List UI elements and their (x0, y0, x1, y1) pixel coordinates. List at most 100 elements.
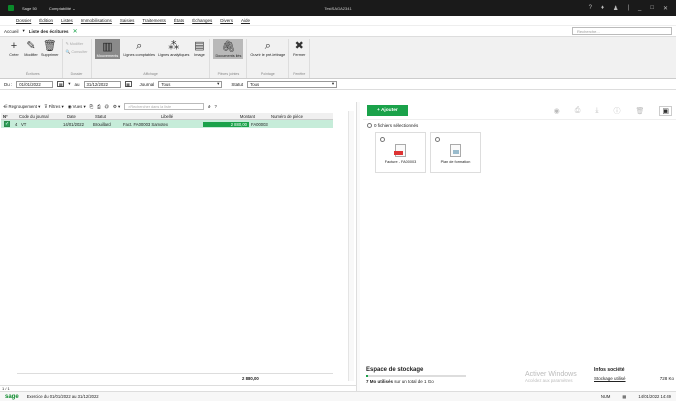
column-libelle[interactable]: Libellé (127, 114, 207, 119)
close-icon[interactable]: ✕ (663, 5, 668, 12)
info-icon[interactable]: ⓘ (613, 106, 620, 116)
create-button[interactable]: + Créer (7, 39, 21, 57)
trash-icon[interactable]: 🗑 (635, 107, 644, 115)
from-date-input[interactable]: 01/01/2022 (16, 80, 54, 88)
document-card[interactable]: Plan de formation (430, 132, 481, 173)
menu-edition[interactable]: Édition (39, 18, 53, 23)
maximize-icon[interactable]: □ (650, 5, 654, 11)
filters-button[interactable]: ⊽ Filtres ▾ (44, 104, 63, 110)
fermer-button[interactable]: ✖ Fermer (292, 39, 306, 57)
delete-button[interactable]: 🗑 Supprimer (41, 39, 59, 57)
column-n[interactable]: N° (1, 114, 17, 119)
bell-icon[interactable]: ♦ (601, 5, 604, 11)
cell-montant: 2 880,00 (203, 121, 249, 127)
print-icon[interactable]: ⎙ (97, 104, 100, 109)
separator: | (627, 5, 629, 11)
ribbon-group-affichage: ▥ Mouvements ⌕ Lignes comptables ⁂ Lignes a… (92, 39, 211, 78)
paperclip-icon: 🖇 (221, 41, 236, 53)
calendar-icon[interactable]: ▦ (124, 81, 132, 87)
tab-liste-ecritures[interactable]: Liste des écritures (29, 29, 69, 34)
help-button[interactable]: ? (215, 104, 217, 109)
dossier-modify-button[interactable]: ✎ Modifier (66, 41, 88, 46)
print-icon[interactable]: ⎙ (575, 107, 581, 115)
filter-bar: Du : 01/01/2022 ▦ ▾ au 31/12/2022 ▦ Jour… (0, 79, 676, 90)
image-view-icon[interactable]: ▣ (659, 105, 672, 116)
modify-button[interactable]: ✎ Modifier (24, 39, 38, 57)
menu-echanges[interactable]: Échanges (192, 18, 212, 23)
calendar-icon[interactable]: ▦ (57, 81, 65, 87)
sage-logo: sage (5, 393, 19, 400)
status-label: Statut (231, 81, 244, 87)
menu-traitements[interactable]: Traitements (142, 18, 166, 23)
document-name: Facture - FA00003 (384, 160, 417, 164)
dossier-consult-button[interactable]: 🔍 Consulter (66, 49, 88, 54)
lignes-comptables-button[interactable]: ⌕ Lignes comptables (123, 39, 155, 57)
pane-splitter[interactable] (356, 102, 360, 391)
cell-piece: FA00003 (251, 121, 268, 127)
ouvrir-prelettrage-button[interactable]: ⌕ Ouvrir le pré-lettrage (250, 39, 285, 57)
module-selector[interactable]: Comptabilité ⌄ (49, 6, 76, 11)
menu-listes[interactable]: Listes (61, 18, 73, 23)
chevron-down-icon: ▾ (217, 81, 220, 86)
export-icon[interactable]: ⎘ (90, 104, 93, 109)
column-montant[interactable]: Montant (207, 114, 257, 119)
table-row[interactable]: ✓ 4 VT 14/01/2022 Brouillard Fact. FA000… (1, 120, 333, 128)
column-journal[interactable]: Code du journal (17, 114, 65, 119)
from-label: Du : (4, 81, 13, 87)
chevron-down-icon[interactable]: ▾ (23, 28, 25, 34)
column-date[interactable]: Date (65, 114, 93, 119)
list-scrollbar[interactable] (348, 111, 354, 381)
mouvements-button[interactable]: ▥ Mouvements (94, 39, 121, 59)
menu-aide[interactable]: Aide (241, 18, 250, 23)
menu-bar: Dossier Édition Listes Immobilisations S… (0, 16, 676, 26)
lignes-analytiques-button[interactable]: ⁂ Lignes analytiques (158, 39, 189, 57)
column-statut[interactable]: Statut (93, 114, 127, 119)
company-info-title: Infos société (594, 367, 625, 373)
user-icon[interactable]: ♟ (613, 5, 618, 12)
image-button[interactable]: ▤ Image (192, 39, 206, 57)
views-button[interactable]: ◉ Vues ▾ (68, 104, 86, 110)
help-icon[interactable]: ? (589, 5, 592, 11)
minimize-icon[interactable]: _ (638, 5, 641, 11)
ribbon-group-pieces-jointes: 🖇 Documents liés Pièces jointes (210, 39, 248, 78)
download-icon[interactable]: ⤓ (595, 107, 598, 115)
menu-immobilisations[interactable]: Immobilisations (81, 18, 112, 23)
settings-icon[interactable]: ⚙ ▾ (113, 104, 120, 110)
add-document-button[interactable]: + Ajouter (367, 105, 408, 116)
magnifier-icon: ⌕ (136, 40, 143, 52)
status-select[interactable]: Tous ▾ (247, 80, 338, 88)
document-card[interactable]: Facture - FA00003 (375, 132, 426, 173)
menu-dossier[interactable]: Dossier (16, 18, 31, 23)
select-all-radio[interactable] (367, 123, 372, 128)
document-select-radio[interactable] (435, 137, 440, 142)
chevron-down-icon[interactable]: ▾ (68, 81, 70, 87)
global-search-input[interactable]: Recherche... (572, 27, 672, 35)
plus-icon: + (10, 40, 18, 52)
menu-divers[interactable]: Divers (220, 18, 233, 23)
menu-etats[interactable]: États (174, 18, 184, 23)
column-piece[interactable]: Numéro de pièce (257, 114, 317, 119)
row-checkbox[interactable]: ✓ (4, 121, 10, 127)
company-storage-row: Stockage utilisé 728 Ko (594, 376, 674, 381)
search-icon[interactable]: ⌕ (208, 104, 210, 109)
ribbon-group-dossier: ✎ Modifier 🔍 Consulter Dossier (63, 39, 92, 78)
tab-home[interactable]: Accueil (4, 29, 19, 34)
chevron-down-icon: ▾ (331, 81, 335, 86)
documents-lies-button[interactable]: 🖇 Documents liés (213, 39, 244, 59)
num-lock-indicator: NUM (600, 394, 611, 399)
menu-saisies[interactable]: Saisies (120, 18, 135, 23)
company-name: TestSAGA2341 (324, 5, 352, 11)
app-name: Sage 50 (22, 5, 37, 11)
ribbon-group-ecritures: + Créer ✎ Modifier 🗑 Supprimer Écritures (4, 39, 63, 78)
to-date-input[interactable]: 31/12/2022 (83, 80, 121, 88)
view-icon[interactable]: ◉ (554, 107, 560, 115)
main-area: ⋲ Regroupement ▾ ⊽ Filtres ▾ ◉ Vues ▾ ⎘ … (0, 102, 676, 391)
documents-toolbar: + Ajouter ◉ ⎙ ⤓ ⓘ 🗑 ▣ (363, 102, 676, 120)
journal-select[interactable]: Tous ▾ (158, 80, 223, 88)
list-search-input[interactable]: × Rechercher dans la liste (124, 103, 205, 110)
close-tab-icon[interactable]: ✕ (73, 28, 78, 35)
mail-icon[interactable]: @ (105, 104, 109, 109)
group-button[interactable]: ⋲ Regroupement ▾ (3, 104, 40, 110)
document-select-radio[interactable] (380, 137, 385, 142)
cell-libelle: Fact. FA00003 Samotex (123, 121, 168, 127)
